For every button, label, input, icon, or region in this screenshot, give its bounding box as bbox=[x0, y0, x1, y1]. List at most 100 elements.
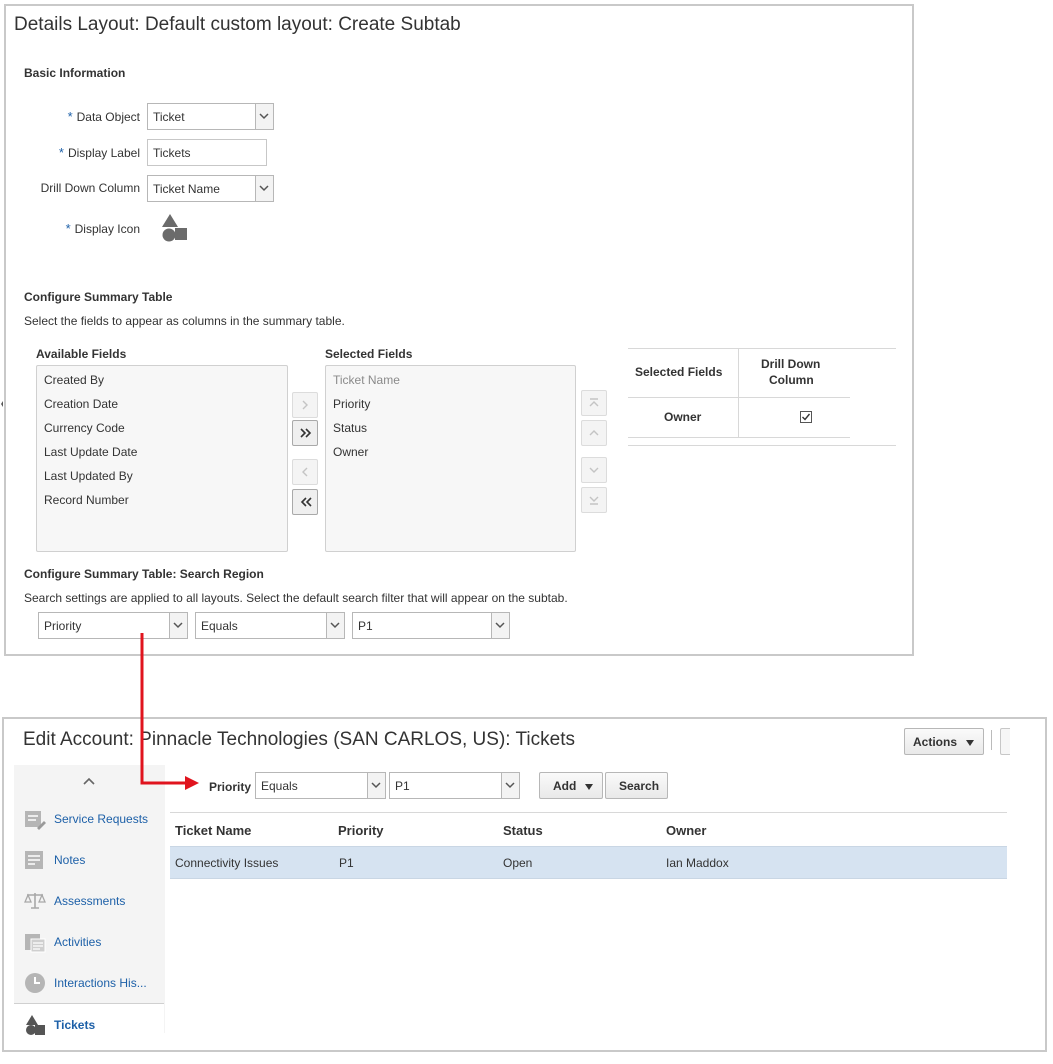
caret-down-icon bbox=[966, 740, 974, 746]
overflow-button[interactable] bbox=[1000, 728, 1010, 755]
search-region-description: Search settings are applied to all layou… bbox=[24, 591, 568, 605]
table-top-divider bbox=[170, 812, 1007, 813]
table-divider bbox=[628, 437, 850, 438]
value-select[interactable]: P1 bbox=[389, 772, 520, 799]
edit-account-title-suffix: Tickets bbox=[515, 729, 575, 750]
selected-fields-label: Selected Fields bbox=[325, 347, 413, 361]
list-item[interactable]: Created By bbox=[44, 373, 104, 387]
actions-button[interactable]: Actions bbox=[904, 728, 984, 755]
actions-label: Actions bbox=[913, 735, 958, 749]
move-bottom-icon bbox=[589, 496, 599, 505]
sidebar-item-label: Assessments bbox=[54, 894, 126, 908]
chevron-up-icon[interactable] bbox=[82, 775, 96, 785]
interactions-icon bbox=[24, 972, 46, 994]
available-fields-label: Available Fields bbox=[36, 347, 127, 361]
ticket-name-link[interactable]: Connectivity Issues bbox=[175, 856, 278, 870]
search-value-value: P1 bbox=[358, 619, 373, 633]
chevron-down-icon[interactable] bbox=[255, 176, 273, 201]
required-marker: * bbox=[67, 109, 73, 124]
details-layout-panel: Details Layout: Default custom layout: C… bbox=[4, 4, 914, 656]
drill-row-field: Owner bbox=[664, 410, 702, 424]
search-value-select[interactable]: P1 bbox=[352, 612, 510, 639]
chevron-up-icon bbox=[589, 430, 599, 436]
list-item[interactable]: Last Updated By bbox=[44, 469, 133, 483]
move-bottom-button[interactable] bbox=[581, 487, 607, 513]
column-header-status: Status bbox=[503, 823, 543, 838]
data-object-select[interactable]: Ticket bbox=[147, 103, 274, 130]
drill-down-column-select[interactable]: Ticket Name bbox=[147, 175, 274, 202]
required-marker: * bbox=[65, 221, 71, 236]
toolbar-divider bbox=[991, 730, 992, 750]
chevron-left-icon bbox=[302, 467, 308, 477]
move-down-button[interactable] bbox=[581, 457, 607, 483]
service-request-icon bbox=[24, 808, 46, 830]
add-button[interactable]: Add bbox=[539, 772, 603, 799]
move-top-icon bbox=[589, 398, 599, 407]
priority-cell: P1 bbox=[339, 856, 354, 870]
display-icon-label-text: Display Icon bbox=[74, 222, 140, 236]
move-top-button[interactable] bbox=[581, 390, 607, 416]
display-icon-label: * Display Icon bbox=[26, 221, 140, 236]
move-all-right-button[interactable] bbox=[292, 420, 318, 446]
drill-down-checkbox[interactable] bbox=[800, 411, 812, 423]
column-header-ticket-name: Ticket Name bbox=[175, 823, 252, 838]
basic-information-heading: Basic Information bbox=[24, 66, 126, 80]
table-divider bbox=[628, 397, 850, 398]
list-item[interactable]: Owner bbox=[333, 445, 368, 459]
double-chevron-right-icon bbox=[300, 428, 312, 438]
move-all-left-button[interactable] bbox=[292, 489, 318, 515]
tickets-shapes-icon[interactable] bbox=[160, 213, 190, 243]
sidebar-item-service-requests[interactable]: Service Requests bbox=[14, 798, 164, 839]
column-header-priority: Priority bbox=[338, 823, 384, 838]
move-up-button[interactable] bbox=[581, 420, 607, 446]
move-right-button[interactable] bbox=[292, 392, 318, 418]
chevron-right-icon bbox=[302, 400, 308, 410]
collapse-handle-icon[interactable] bbox=[0, 398, 4, 410]
chevron-down-icon[interactable] bbox=[367, 773, 385, 798]
list-item[interactable]: Last Update Date bbox=[44, 445, 137, 459]
available-fields-list[interactable]: Created By Creation Date Currency Code L… bbox=[36, 365, 288, 552]
search-field-label: Priority bbox=[209, 780, 252, 794]
display-label-value: Tickets bbox=[153, 146, 191, 160]
list-item[interactable]: Priority bbox=[333, 397, 370, 411]
display-label-input[interactable]: Tickets bbox=[147, 139, 267, 166]
search-operator-value: Equals bbox=[201, 619, 238, 633]
sidebar-item-label: Interactions His... bbox=[54, 976, 147, 990]
sidebar-item-notes[interactable]: Notes bbox=[14, 839, 164, 880]
edit-account-title-prefix: Edit Account: Pinnacle Technologies (SAN… bbox=[23, 729, 516, 750]
operator-value: Equals bbox=[261, 779, 298, 793]
chevron-down-icon[interactable] bbox=[491, 613, 509, 638]
column-header-selected-fields: Selected Fields bbox=[635, 365, 723, 379]
operator-select[interactable]: Equals bbox=[255, 772, 386, 799]
selected-fields-list[interactable]: Ticket Name Priority Status Owner bbox=[325, 365, 576, 552]
list-item[interactable]: Status bbox=[333, 421, 367, 435]
sidebar-item-activities[interactable]: Activities bbox=[14, 921, 164, 962]
search-field-value: Priority bbox=[44, 619, 82, 633]
notes-icon bbox=[24, 849, 46, 871]
move-left-button[interactable] bbox=[292, 459, 318, 485]
chevron-down-icon bbox=[589, 467, 599, 473]
list-item[interactable]: Currency Code bbox=[44, 421, 125, 435]
sidebar-item-label: Notes bbox=[54, 853, 86, 867]
activities-icon bbox=[24, 931, 46, 953]
drill-down-column-value: Ticket Name bbox=[153, 182, 220, 196]
sidebar-item-tickets[interactable]: Tickets bbox=[14, 1003, 164, 1048]
column-header-owner: Owner bbox=[666, 823, 707, 838]
chevron-down-icon[interactable] bbox=[255, 104, 273, 129]
search-operator-select[interactable]: Equals bbox=[195, 612, 345, 639]
list-item[interactable]: Ticket Name bbox=[333, 373, 400, 387]
search-button[interactable]: Search bbox=[605, 772, 668, 799]
summary-table-heading: Configure Summary Table bbox=[24, 290, 173, 304]
owner-link[interactable]: Ian Maddox bbox=[666, 856, 729, 870]
table-row[interactable]: Connectivity Issues P1 Open Ian Maddox bbox=[170, 846, 1007, 879]
sidebar-item-interactions-history[interactable]: Interactions His... bbox=[14, 962, 164, 1003]
drill-down-column-label: Drill Down Column bbox=[40, 181, 140, 195]
chevron-down-icon[interactable] bbox=[501, 773, 519, 798]
list-item[interactable]: Creation Date bbox=[44, 397, 118, 411]
list-item[interactable]: Record Number bbox=[44, 493, 129, 507]
sidebar-item-assessments[interactable]: Assessments bbox=[14, 880, 164, 921]
checkmark-icon bbox=[802, 413, 811, 421]
chevron-down-icon[interactable] bbox=[326, 613, 344, 638]
data-object-label: * Data Object bbox=[26, 109, 140, 124]
sidebar-item-label: Activities bbox=[54, 935, 102, 949]
